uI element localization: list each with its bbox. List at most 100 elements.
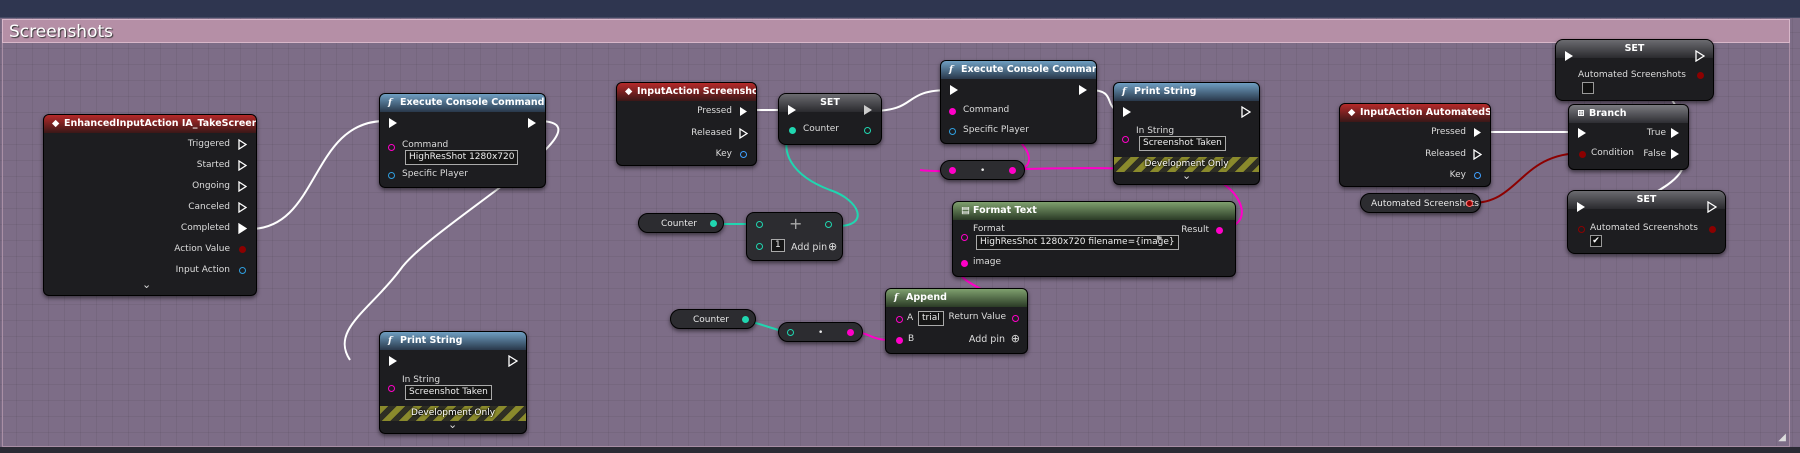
pin-in-string[interactable] <box>1122 136 1129 143</box>
pin-in[interactable] <box>787 329 794 336</box>
pin-counter-out[interactable] <box>742 316 749 323</box>
exec-pin-released[interactable] <box>739 128 748 139</box>
b-value-input[interactable]: 1 <box>771 239 785 252</box>
pin-in[interactable] <box>949 167 956 174</box>
node-conversion-2[interactable]: • <box>940 160 1025 180</box>
in-string-input[interactable]: Screenshot Taken <box>405 385 492 400</box>
node-title: Execute Console Command <box>400 97 545 108</box>
exec-out-pin[interactable] <box>863 104 873 116</box>
add-pin-label[interactable]: Add pin <box>791 242 827 253</box>
add-pin-icon[interactable]: ⊕ <box>828 240 837 253</box>
expand-chevron-icon[interactable]: ⌄ <box>1182 169 1191 182</box>
exec-out-pin[interactable] <box>527 117 537 129</box>
a-value-input[interactable]: trial <box>918 311 944 326</box>
node-append[interactable]: f Append A trial B Return Value Add pin ⊕ <box>885 288 1028 354</box>
command-input[interactable]: HighResShot 1280x720 <box>405 150 519 165</box>
node-print-string-2[interactable]: f Print String In String Screenshot Taken… <box>1113 82 1260 185</box>
node-get-automated-screenshots[interactable]: Automated Screenshots <box>1360 193 1481 213</box>
exec-out-pin[interactable] <box>508 355 518 367</box>
node-execute-console-command-1[interactable]: f Execute Console Command Command HighRes… <box>379 93 546 188</box>
exec-out-pin[interactable] <box>1707 201 1717 213</box>
pin-counter-in[interactable] <box>789 127 796 134</box>
exec-in-pin[interactable] <box>949 84 959 96</box>
exec-in-pin[interactable] <box>1564 50 1574 62</box>
pin-bool-out[interactable] <box>1697 72 1704 79</box>
exec-pin-pressed[interactable] <box>739 106 748 117</box>
pin-b[interactable] <box>896 337 903 344</box>
node-enhanced-input-action[interactable]: ◆ EnhancedInputAction IA_TakeScreenshot T… <box>43 114 257 296</box>
pin-key[interactable] <box>1474 172 1481 179</box>
pin-command[interactable] <box>388 144 395 151</box>
exec-out-pin[interactable] <box>1241 106 1251 118</box>
node-inputaction-screenshot[interactable]: ◆ InputAction Screenshot Pressed Released… <box>616 82 757 166</box>
pin-bool-out[interactable] <box>1466 200 1473 207</box>
exec-pin-completed[interactable] <box>238 223 247 234</box>
exec-true-pin[interactable] <box>1670 127 1680 139</box>
flag-icon[interactable]: ⚑ <box>1155 235 1163 245</box>
exec-out-pin[interactable] <box>1695 50 1705 62</box>
pin-condition[interactable] <box>1579 151 1586 158</box>
pin-action-value[interactable] <box>239 246 246 253</box>
pin-counter-out[interactable] <box>710 220 717 227</box>
pin-command[interactable] <box>949 108 956 115</box>
exec-pin-pressed[interactable] <box>1473 127 1482 138</box>
pin-label-a: A <box>907 313 914 323</box>
pin-label-in-string: In String <box>402 375 441 385</box>
node-get-counter-2[interactable]: Counter <box>670 309 756 329</box>
pin-counter-out[interactable] <box>864 127 871 134</box>
node-print-string-1[interactable]: f Print String In String Screenshot Taken… <box>379 331 527 434</box>
pin-bool-out[interactable] <box>1709 226 1716 233</box>
node-add-int[interactable]: 1 + Add pin ⊕ <box>746 212 843 261</box>
node-conversion-1[interactable]: • <box>778 322 863 342</box>
expand-chevron-icon[interactable]: ⌄ <box>142 278 151 291</box>
node-set-automated-screenshots-true[interactable]: SET Automated Screenshots ✔ <box>1567 190 1726 254</box>
exec-in-pin[interactable] <box>1577 127 1587 139</box>
pin-a[interactable] <box>896 316 903 323</box>
node-branch[interactable]: ⊞ Branch Condition True False <box>1568 104 1689 170</box>
blueprint-graph[interactable]: Screenshots ◆ EnhancedInputAction IA_Take… <box>0 0 1800 453</box>
format-input[interactable]: HighResShot 1280x720 filename={image} <box>976 235 1179 250</box>
pin-format[interactable] <box>961 234 968 241</box>
add-pin-label[interactable]: Add pin <box>969 334 1005 345</box>
pin-b[interactable] <box>756 243 763 250</box>
pin-specific-player[interactable] <box>949 128 956 135</box>
node-get-counter-1[interactable]: Counter <box>638 213 724 233</box>
node-set-automated-screenshots-false[interactable]: SET Automated Screenshots <box>1555 39 1714 101</box>
exec-pin-canceled[interactable] <box>238 202 247 213</box>
node-format-text[interactable]: ▤ Format Text Format HighResShot 1280x720… <box>952 201 1236 277</box>
exec-in-pin[interactable] <box>388 117 398 129</box>
pin-out[interactable] <box>847 329 854 336</box>
pin-image[interactable] <box>961 260 968 267</box>
exec-pin-triggered[interactable] <box>238 139 247 150</box>
exec-pin-ongoing[interactable] <box>238 181 247 192</box>
exec-out-pin[interactable] <box>1078 84 1088 96</box>
pin-specific-player[interactable] <box>388 172 395 179</box>
resize-grip-icon[interactable]: ◢ <box>1778 432 1786 443</box>
expand-chevron-icon[interactable]: ⌄ <box>448 418 457 431</box>
pin-a[interactable] <box>756 221 763 228</box>
exec-in-pin[interactable] <box>388 355 398 367</box>
exec-pin-released[interactable] <box>1473 149 1482 160</box>
add-pin-icon[interactable]: ⊕ <box>1011 332 1020 345</box>
pin-label-condition: Condition <box>1591 148 1634 158</box>
exec-in-pin[interactable] <box>1576 201 1586 213</box>
exec-pin-started[interactable] <box>238 160 247 171</box>
pin-return-value[interactable] <box>1012 315 1019 322</box>
pin-result[interactable] <box>825 221 832 228</box>
pin-key[interactable] <box>740 151 747 158</box>
exec-in-pin[interactable] <box>787 104 797 116</box>
pin-bool-in[interactable] <box>1578 226 1585 233</box>
automated-screenshots-checkbox[interactable] <box>1582 82 1594 94</box>
node-execute-console-command-2[interactable]: f Execute Console Command Command Specifi… <box>940 60 1097 144</box>
pin-in-string[interactable] <box>388 385 395 392</box>
pin-result[interactable] <box>1216 227 1223 234</box>
node-title: Print String <box>1134 86 1197 97</box>
pin-out[interactable] <box>1009 167 1016 174</box>
exec-in-pin[interactable] <box>1122 106 1132 118</box>
node-inputaction-automatedss[interactable]: ◆ InputAction AutomatedSS Pressed Release… <box>1339 103 1491 187</box>
exec-false-pin[interactable] <box>1670 148 1680 160</box>
node-set-counter[interactable]: SET Counter <box>778 93 882 145</box>
pin-input-action[interactable] <box>239 267 246 274</box>
automated-screenshots-checkbox-checked[interactable]: ✔ <box>1590 235 1602 247</box>
in-string-input[interactable]: Screenshot Taken <box>1139 136 1226 151</box>
